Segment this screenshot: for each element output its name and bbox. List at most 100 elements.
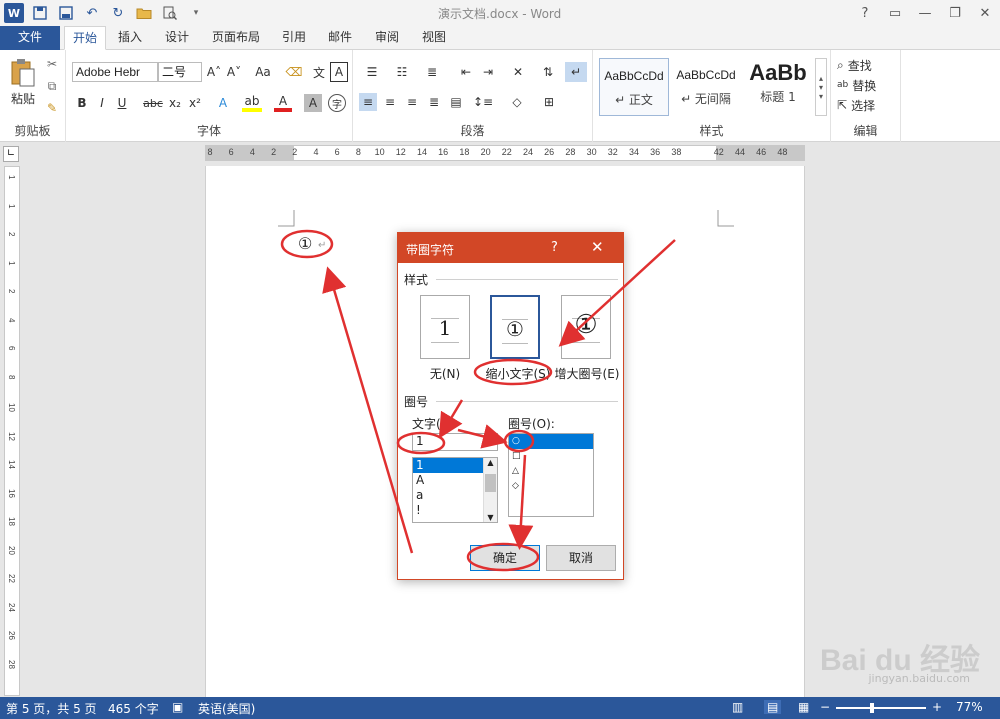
borders-icon[interactable]: ⊞	[537, 93, 561, 111]
align-right-icon[interactable]: ≡	[403, 93, 421, 111]
proofing-icon[interactable]: ▣	[172, 700, 183, 714]
dialog-help-button[interactable]: ?	[551, 240, 558, 255]
save-as-icon[interactable]	[56, 3, 76, 23]
undo-icon[interactable]: ↶	[82, 3, 102, 23]
bullets-icon[interactable]: ☰	[361, 63, 383, 81]
minimize-button[interactable]: —	[910, 0, 940, 26]
print-preview-icon[interactable]	[160, 3, 180, 23]
tab-selector[interactable]: ∟	[3, 146, 19, 162]
save-icon[interactable]	[30, 3, 50, 23]
increase-indent-icon[interactable]: ⇥	[479, 63, 497, 81]
phonetic-guide-icon[interactable]: 文	[310, 62, 328, 82]
multilevel-list-icon[interactable]: ≣	[421, 63, 443, 81]
tab-mailings[interactable]: 邮件	[320, 26, 360, 50]
style-option-enlarge-symbol[interactable]: ①	[561, 295, 611, 359]
align-left-icon[interactable]: ≡	[359, 93, 377, 111]
zoom-in-icon[interactable]: +	[932, 700, 942, 714]
show-marks-icon[interactable]: ↵	[565, 62, 587, 82]
clear-format-icon[interactable]: ⌫	[286, 63, 303, 81]
enclosure-listbox[interactable]: ○ □ △ ◇	[508, 433, 594, 517]
character-shading-icon[interactable]: A	[304, 94, 322, 112]
qat-customize-icon[interactable]: ▾	[186, 3, 206, 23]
tab-layout[interactable]: 页面布局	[204, 26, 268, 50]
font-size-box[interactable]: 二号	[158, 62, 202, 82]
style-enlarge-label[interactable]: 增大圈号(E)	[550, 365, 624, 382]
chinese-layout-icon[interactable]: ✕	[507, 63, 529, 81]
redo-icon[interactable]: ↻	[108, 3, 128, 23]
list-item[interactable]: △	[509, 464, 593, 479]
ribbon-display-button[interactable]: ▭	[880, 0, 910, 26]
list-item[interactable]: ◇	[509, 479, 593, 494]
word-count[interactable]: 465 个字	[108, 700, 159, 717]
change-case-button[interactable]: Aa	[252, 63, 274, 81]
style-shrink-label[interactable]: 缩小文字(S)	[478, 365, 558, 382]
zoom-slider-thumb[interactable]	[870, 703, 874, 713]
sort-icon[interactable]: ⇅	[539, 63, 557, 81]
zoom-slider[interactable]	[836, 707, 926, 709]
justify-icon[interactable]: ≣	[425, 93, 443, 111]
paste-button[interactable]: 粘贴	[6, 90, 40, 106]
text-listbox[interactable]: 1 A a ! ▲ ▼	[412, 457, 498, 523]
language-status[interactable]: 英语(美国)	[198, 700, 255, 717]
grow-font-button[interactable]: A˄	[206, 63, 222, 81]
font-color-icon[interactable]: A	[274, 94, 292, 112]
text-effects-icon[interactable]: A	[214, 94, 232, 112]
ok-button[interactable]: 确定	[470, 545, 540, 571]
cancel-button[interactable]: 取消	[546, 545, 616, 571]
tab-view[interactable]: 视图	[414, 26, 454, 50]
select-button[interactable]: ⇱ 选择	[837, 96, 897, 114]
bold-button[interactable]: B	[74, 94, 90, 112]
scroll-down-icon[interactable]: ▼	[484, 513, 497, 522]
read-mode-icon[interactable]: ▥	[732, 700, 743, 714]
paste-icon[interactable]	[8, 56, 38, 90]
italic-button[interactable]: I	[94, 94, 110, 112]
zoom-level[interactable]: 77%	[956, 700, 983, 714]
tab-review[interactable]: 审阅	[366, 26, 408, 50]
dialog-close-button[interactable]: ✕	[591, 238, 604, 256]
text-input[interactable]: 1	[412, 433, 498, 451]
replace-button[interactable]: ab 替换	[837, 76, 897, 94]
scroll-up-icon[interactable]: ▲	[484, 458, 497, 467]
superscript-button[interactable]: x²	[186, 94, 204, 112]
font-name-box[interactable]: Adobe Hebr	[72, 62, 158, 82]
help-button[interactable]: ?	[850, 0, 880, 26]
print-layout-icon[interactable]: ▤	[764, 700, 782, 714]
subscript-button[interactable]: x₂	[166, 94, 184, 112]
strikethrough-button[interactable]: abc	[142, 94, 164, 112]
shading-icon[interactable]: ◇	[505, 93, 529, 111]
restore-button[interactable]: ❐	[940, 0, 970, 26]
scroll-thumb[interactable]	[485, 474, 496, 492]
character-border-icon[interactable]: A	[330, 62, 348, 82]
style-normal[interactable]: AaBbCcDd ↵ 正文	[599, 58, 669, 116]
distributed-icon[interactable]: ▤	[447, 93, 465, 111]
close-button[interactable]: ✕	[970, 0, 1000, 26]
style-heading-1[interactable]: AaBb 标题 1	[743, 58, 813, 116]
zoom-out-icon[interactable]: −	[820, 700, 830, 714]
tab-home[interactable]: 开始	[64, 26, 106, 50]
align-center-icon[interactable]: ≡	[381, 93, 399, 111]
vertical-ruler[interactable]: 1 1 2 1 2 4 6 8 10 12 14 16 18 20 22 24 26 28	[4, 166, 20, 696]
list-item[interactable]: ○	[509, 434, 593, 449]
open-folder-icon[interactable]	[134, 3, 154, 23]
highlight-icon[interactable]: ab	[242, 94, 262, 112]
find-button[interactable]: ⌕ 查找	[837, 56, 897, 74]
list-item[interactable]: □	[509, 449, 593, 464]
decrease-indent-icon[interactable]: ⇤	[457, 63, 475, 81]
numbering-icon[interactable]: ☷	[391, 63, 413, 81]
underline-button[interactable]: U	[114, 94, 130, 112]
style-none-label[interactable]: 无(N)	[418, 365, 472, 382]
text-list-scrollbar[interactable]: ▲ ▼	[483, 458, 497, 522]
tab-file[interactable]: 文件	[0, 26, 60, 50]
style-no-spacing[interactable]: AaBbCcDd ↵ 无间隔	[671, 58, 741, 116]
cut-icon[interactable]: ✂	[44, 56, 60, 72]
enclose-characters-icon[interactable]: 字	[328, 94, 346, 112]
copy-icon[interactable]: ⧉	[44, 78, 60, 94]
tab-references[interactable]: 引用	[274, 26, 314, 50]
tab-insert[interactable]: 插入	[110, 26, 150, 50]
styles-scroll-icon[interactable]: ▴ ▾ ▾	[815, 58, 827, 116]
web-layout-icon[interactable]: ▦	[798, 700, 809, 714]
style-option-shrink-text[interactable]: ①	[490, 295, 540, 359]
shrink-font-button[interactable]: A˅	[226, 63, 242, 81]
tab-design[interactable]: 设计	[156, 26, 198, 50]
style-option-none[interactable]: 1	[420, 295, 470, 359]
